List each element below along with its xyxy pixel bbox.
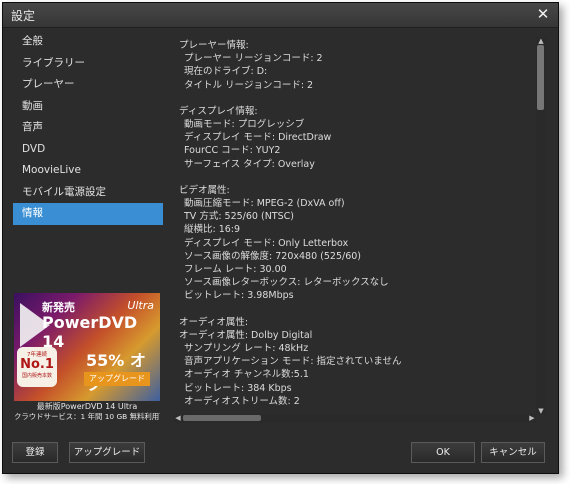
info-row: ソース画像の解像度: 720x480 (525/60) <box>184 250 361 262</box>
promo-discount: 55% オフ <box>86 351 146 394</box>
nav-item-audio[interactable]: 音声 <box>13 117 163 139</box>
info-row: ディスプレイ モード: Only Letterbox <box>184 237 349 249</box>
info-row: サーフェイス タイプ: Overlay <box>184 158 315 170</box>
horizontal-scrollbar[interactable]: ◀ ▶ <box>174 414 536 423</box>
info-row: ビットレート: 3.98Mbps <box>184 290 294 302</box>
promo-edition: Ultra <box>127 299 154 312</box>
badge-main-text: No.1 <box>20 357 54 372</box>
info-panel: プレーヤー情報: プレーヤー リージョンコード: 2 現在のドライブ: D: タ… <box>169 39 534 411</box>
settings-dialog: 設定 ✕ 全般 ライブラリー プレーヤー 動画 音声 DVD MoovieLiv… <box>2 2 559 474</box>
info-row: 音声アプリケーション モード: 指定されていません <box>184 356 402 368</box>
audio-attributes-title: オーディオ属性: <box>179 316 249 328</box>
badge-bottom-text: 国内販売本数 <box>21 373 52 379</box>
cancel-button[interactable]: キャンセル <box>481 442 545 463</box>
info-row: オーディオストリーム数: 2 <box>184 395 300 407</box>
info-row: オーディオ チャンネル数:5.1 <box>184 369 309 381</box>
settings-nav: 全般 ライブラリー プレーヤー 動画 音声 DVD MoovieLive モバイ… <box>13 31 163 225</box>
promo-banner[interactable]: 新発売 Ultra PowerDVD 14 7年連続 No.1 国内販売本数 5… <box>14 293 160 401</box>
info-row: 動画圧縮モード: MPEG-2 (DxVA off) <box>184 198 345 210</box>
nav-item-moovielive[interactable]: MoovieLive <box>13 160 163 182</box>
close-icon[interactable]: ✕ <box>534 5 552 23</box>
register-button[interactable]: 登録 <box>12 442 58 463</box>
upgrade-button[interactable]: アップグレード <box>69 442 145 463</box>
promo-upgrade-button[interactable]: アップグレード <box>84 372 150 386</box>
dialog-title: 設定 <box>11 9 36 23</box>
scroll-right-icon[interactable]: ▶ <box>528 414 536 423</box>
scroll-up-icon[interactable]: ▲ <box>536 37 546 45</box>
ok-button[interactable]: OK <box>411 442 475 463</box>
title-bar: 設定 ✕ <box>3 3 558 28</box>
promo-award-badge: 7年連続 No.1 国内販売本数 <box>17 347 57 387</box>
nav-item-general[interactable]: 全般 <box>13 31 163 53</box>
video-attributes-title: ビデオ属性: <box>179 184 230 196</box>
promo-caption-line2: クラウドサービス：1 年間 10 GB 無料利用可能 <box>14 412 160 421</box>
info-row: サンプリング レート: 48kHz <box>184 343 309 355</box>
player-info-title: プレーヤー情報: <box>179 40 249 51</box>
info-row: 動画モード: プログレッシブ <box>184 119 305 131</box>
nav-item-dvd[interactable]: DVD <box>13 139 163 161</box>
info-row: 縦横比: 16:9 <box>184 224 241 236</box>
info-row: タイトル リージョンコード: 2 <box>184 79 314 91</box>
info-row: ビットレート: 384 Kbps <box>184 382 292 394</box>
nav-item-info[interactable]: 情報 <box>13 203 163 225</box>
info-row: TV 方式: 525/60 (NTSC) <box>184 211 294 223</box>
info-row: プレーヤー リージョンコード: 2 <box>184 53 323 65</box>
nav-item-mobile-power[interactable]: モバイル電源設定 <box>13 182 163 204</box>
info-row: 現在のドライブ: D: <box>184 66 268 78</box>
display-info-title: ディスプレイ情報: <box>179 105 258 117</box>
audio-format-row: オーディオ属性: Dolby Digital <box>179 329 313 341</box>
vertical-scrollbar[interactable]: ▲ ▼ <box>536 37 546 415</box>
info-row: ソース画像レターボックス: レターボックスなし <box>184 277 389 289</box>
nav-item-player[interactable]: プレーヤー <box>13 74 163 96</box>
scroll-left-icon[interactable]: ◀ <box>174 414 182 423</box>
nav-item-library[interactable]: ライブラリー <box>13 53 163 75</box>
info-row: FourCC コード: YUY2 <box>184 145 281 157</box>
vertical-scroll-thumb[interactable] <box>537 45 544 110</box>
info-row: ディスプレイ モード: DirectDraw <box>184 132 332 144</box>
promo-product-name: PowerDVD 14 <box>42 313 138 351</box>
info-row: フレーム レート: 30.00 <box>184 264 287 276</box>
nav-item-video[interactable]: 動画 <box>13 96 163 118</box>
scroll-down-icon[interactable]: ▼ <box>536 407 546 415</box>
horizontal-scroll-thumb[interactable] <box>183 415 261 421</box>
